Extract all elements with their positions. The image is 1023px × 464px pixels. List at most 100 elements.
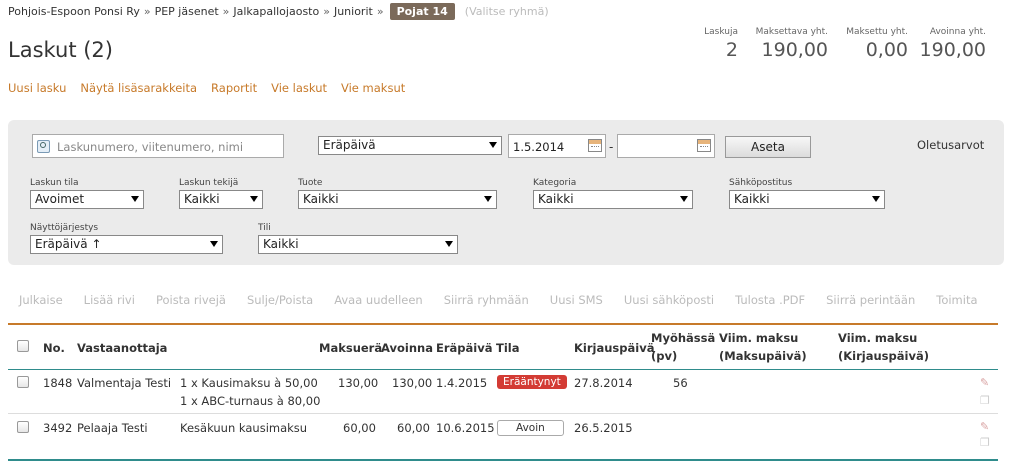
export-payments-link[interactable]: Vie maksut	[341, 81, 405, 95]
copy-icon[interactable]: ❐	[980, 394, 990, 408]
header-last-payment-entry[interactable]: Viim. maksu	[838, 331, 917, 345]
row-item: 1 x ABC-turnaus à 80,00	[180, 394, 321, 408]
breadcrumb-item-club[interactable]: Pohjois-Espoon Ponsi Ry	[8, 5, 140, 18]
status-select[interactable]: Avoimet	[30, 190, 144, 209]
search-icon	[37, 140, 50, 153]
search-input[interactable]: Laskunumero, viitenumero, nimi	[32, 134, 284, 158]
summary-payable-value: 190,00	[761, 39, 828, 61]
breadcrumb-item-section[interactable]: Jalkapallojaosto	[233, 5, 319, 18]
row-recipient[interactable]: Valmentaja Testi	[77, 376, 171, 390]
filter-panel: Laskunumero, viitenumero, nimi Eräpäivä …	[8, 120, 1004, 265]
select-group-hint[interactable]: (Valitse ryhmä)	[465, 5, 549, 18]
header-status[interactable]: Tila	[496, 341, 520, 355]
new-invoice-link[interactable]: Uusi lasku	[8, 81, 66, 95]
dropdown-arrow-icon	[131, 196, 139, 202]
dropdown-arrow-icon	[250, 196, 258, 202]
account-label: Tili	[258, 223, 271, 233]
table-top-border	[8, 323, 998, 325]
date-from-input[interactable]: 1.5.2014	[508, 134, 606, 158]
dropdown-arrow-icon	[445, 241, 453, 247]
summary-open-label: Avoinna yht.	[929, 27, 986, 37]
export-invoices-link[interactable]: Vie laskut	[271, 81, 327, 95]
header-late-unit: (pv)	[651, 349, 678, 363]
row-item: 1 x Kausimaksu à 50,00	[180, 376, 318, 390]
status-badge: Erääntynyt	[497, 375, 567, 389]
breadcrumb-separator: »	[376, 4, 384, 18]
new-sms-button[interactable]: Uusi SMS	[550, 293, 603, 307]
print-pdf-button[interactable]: Tulosta .PDF	[735, 293, 805, 307]
account-select[interactable]: Kaikki	[258, 235, 458, 254]
order-label: Näyttöjärjestys	[30, 223, 99, 233]
header-last-payment[interactable]: Viim. maksu	[719, 331, 798, 345]
breadcrumb-separator: »	[143, 4, 151, 18]
row-installment: 130,00	[338, 376, 379, 390]
move-to-group-button[interactable]: Siirrä ryhmään	[444, 293, 529, 307]
summary-paid-value: 0,00	[865, 39, 908, 61]
page-title: Laskut (2)	[8, 38, 113, 62]
status-label: Laskun tila	[30, 178, 79, 188]
summary-paid-label: Maksettu yht.	[846, 27, 908, 37]
summary-payable-label: Maksettava yht.	[755, 27, 828, 37]
row-recipient[interactable]: Pelaaja Testi	[77, 421, 148, 435]
table-bottom-border	[8, 459, 998, 461]
row-due: 10.6.2015	[436, 421, 495, 435]
order-select[interactable]: Eräpäivä ↑	[30, 235, 223, 254]
reports-link[interactable]: Raportit	[211, 81, 257, 95]
defaults-link[interactable]: Oletusarvot	[917, 138, 984, 152]
summary-paid: Maksettu yht. 0,00	[838, 27, 908, 61]
row-checkbox[interactable]	[17, 421, 29, 433]
header-recipient[interactable]: Vastaanottaja	[77, 341, 167, 355]
edit-icon[interactable]: ✎	[980, 376, 990, 390]
date-type-select[interactable]: Eräpäivä	[318, 136, 502, 155]
row-due: 1.4.2015	[436, 376, 488, 390]
publish-button[interactable]: Julkaise	[19, 293, 63, 307]
header-due[interactable]: Eräpäivä	[436, 341, 492, 355]
row-installment: 60,00	[343, 421, 376, 435]
product-select[interactable]: Kaikki	[298, 190, 497, 209]
date-from-value: 1.5.2014	[513, 140, 565, 154]
new-email-button[interactable]: Uusi sähköposti	[624, 293, 714, 307]
breadcrumb-item-members[interactable]: PEP jäsenet	[155, 5, 219, 18]
calendar-icon[interactable]	[588, 139, 602, 152]
reopen-button[interactable]: Avaa uudelleen	[334, 293, 423, 307]
row-entry-date: 26.5.2015	[574, 421, 633, 435]
row-checkbox[interactable]	[17, 376, 29, 388]
dropdown-arrow-icon	[484, 196, 492, 202]
summary-payable: Maksettava yht. 190,00	[750, 27, 828, 61]
close-delete-button[interactable]: Sulje/Poista	[247, 293, 313, 307]
show-extra-columns-link[interactable]: Näytä lisäsarakkeita	[80, 81, 197, 95]
summary-count: Laskuja 2	[690, 27, 738, 61]
row-number[interactable]: 1848	[43, 376, 72, 390]
select-all-checkbox[interactable]	[17, 340, 29, 352]
header-open[interactable]: Avoinna	[381, 341, 433, 355]
add-row-button[interactable]: Lisää rivi	[84, 293, 135, 307]
account-value: Kaikki	[263, 237, 299, 251]
row-number[interactable]: 3492	[43, 421, 72, 435]
bulk-action-toolbar: Julkaise Lisää rivi Poista rivejä Sulje/…	[19, 293, 999, 307]
row-item: Kesäkuun kausimaksu	[180, 421, 308, 435]
creator-select[interactable]: Kaikki	[179, 190, 263, 209]
copy-icon[interactable]: ❐	[980, 436, 990, 450]
header-entry-date[interactable]: Kirjauspäivä	[574, 341, 654, 355]
status-badge: Avoin	[497, 420, 564, 436]
dropdown-arrow-icon	[489, 142, 497, 148]
breadcrumb-separator: »	[222, 4, 230, 18]
category-select[interactable]: Kaikki	[533, 190, 693, 209]
date-to-input[interactable]	[617, 134, 715, 158]
edit-icon[interactable]: ✎	[980, 420, 990, 434]
header-last-payment-sub: (Maksupäivä)	[719, 349, 807, 363]
breadcrumb-item-juniors[interactable]: Juniorit	[334, 5, 373, 18]
header-late[interactable]: Myöhässä	[651, 331, 715, 345]
deliver-button[interactable]: Toimita	[936, 293, 977, 307]
delete-rows-button[interactable]: Poista rivejä	[156, 293, 226, 307]
set-button[interactable]: Aseta	[725, 136, 811, 158]
breadcrumb-current-group[interactable]: Pojat 14	[389, 2, 455, 20]
transfer-to-collection-button[interactable]: Siirrä perintään	[826, 293, 915, 307]
email-select[interactable]: Kaikki	[729, 190, 885, 209]
header-installment[interactable]: Maksuerä	[319, 341, 382, 355]
calendar-icon[interactable]	[697, 139, 711, 152]
order-value: Eräpäivä ↑	[35, 237, 102, 251]
breadcrumb: Pohjois-Espoon Ponsi Ry » PEP jäsenet » …	[8, 2, 549, 20]
header-no[interactable]: No.	[43, 341, 65, 355]
row-late-days: 56	[673, 376, 688, 390]
